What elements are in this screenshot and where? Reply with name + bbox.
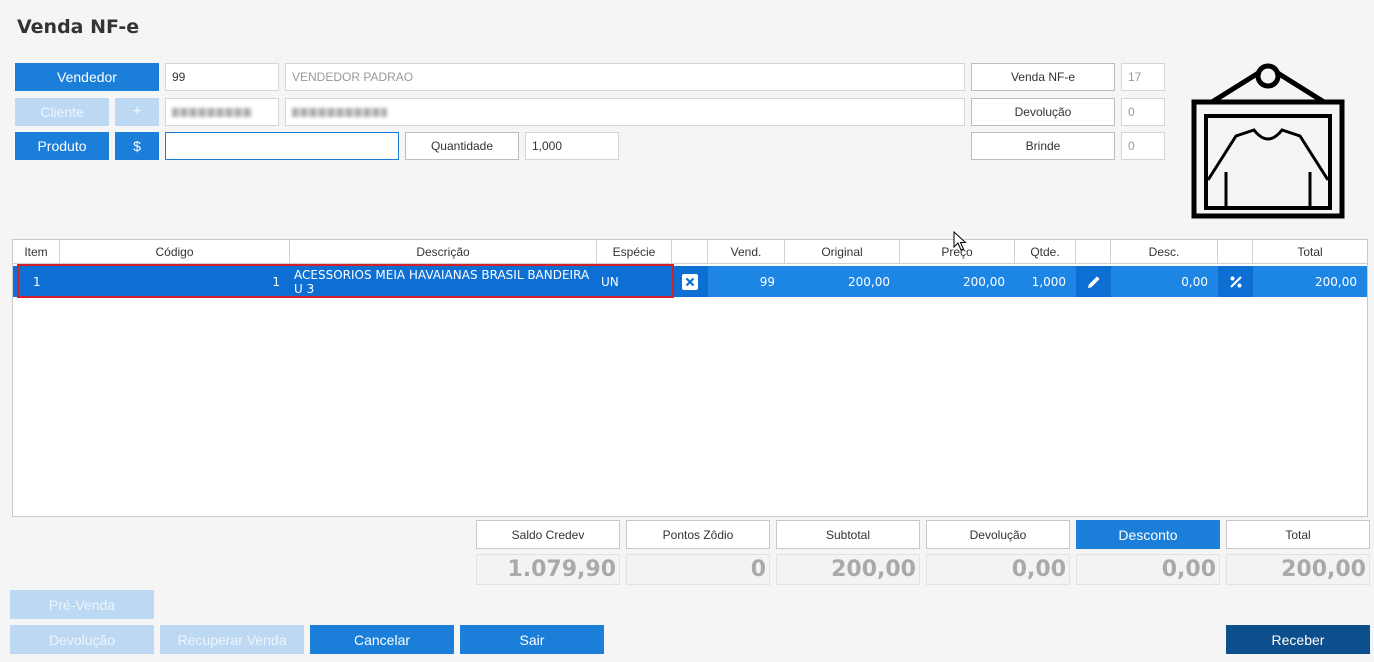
pencil-icon [1087,275,1100,288]
col-header-especie[interactable]: Espécie [597,240,672,264]
vendedor-code-field[interactable]: 99 [165,63,279,91]
redacted-text [172,107,252,117]
summary-header-devolucao: Devolução [926,520,1070,549]
cliente-code-field [165,98,279,126]
col-header-descricao[interactable]: Descrição [290,240,597,264]
pre-venda-button[interactable]: Pré-Venda [10,590,154,619]
venda-nfe-label: Venda NF-e [971,63,1115,91]
close-square-icon [682,273,698,290]
col-header-original[interactable]: Original [785,240,900,264]
redacted-text [292,107,387,117]
summary-value-total: 200,00 [1226,554,1370,585]
sair-button[interactable]: Sair [460,625,604,654]
summary-header-total: Total [1226,520,1370,549]
produto-button[interactable]: Produto [15,132,109,160]
summary-value-desconto: 0,00 [1076,554,1220,585]
summary-value-pontos: 0 [626,554,770,585]
col-header-total[interactable]: Total [1253,240,1367,264]
quantidade-label: Quantidade [405,132,519,160]
percent-icon [1229,275,1242,288]
produto-input[interactable] [165,132,399,160]
col-header-edit [1076,240,1111,264]
cell-desc: 0,00 [1111,266,1218,297]
shirt-frame-icon [1191,63,1345,219]
summary-header-subtotal: Subtotal [776,520,920,549]
vendedor-button[interactable]: Vendedor [15,63,159,91]
cancelar-button[interactable]: Cancelar [310,625,454,654]
highlight-box [17,264,674,298]
col-header-qtde[interactable]: Qtde. [1015,240,1076,264]
devolucao-button[interactable]: Devolução [10,625,154,654]
brinde-label: Brinde [971,132,1115,160]
col-header-desc[interactable]: Desc. [1111,240,1218,264]
brinde-value: 0 [1121,132,1165,160]
summary-value-subtotal: 200,00 [776,554,920,585]
summary-header-pontos: Pontos Zôdio [626,520,770,549]
summary-header-saldo: Saldo Credev [476,520,620,549]
venda-nfe-value: 17 [1121,63,1165,91]
col-header-remove [672,240,708,264]
summary-value-saldo: 1.079,90 [476,554,620,585]
cell-total: 200,00 [1253,266,1367,297]
col-header-item[interactable]: Item [13,240,60,264]
add-cliente-button[interactable]: + [115,98,159,126]
page-title: Venda NF-e [17,16,140,38]
cell-original: 200,00 [785,266,900,297]
devolucao-value: 0 [1121,98,1165,126]
cell-vend: 99 [708,266,785,297]
discount-button[interactable] [1218,266,1253,297]
col-header-discount [1218,240,1253,264]
cell-qtde: 1,000 [1015,266,1076,297]
vendedor-name-field: VENDEDOR PADRAO [285,63,965,91]
cell-preco: 200,00 [900,266,1015,297]
receber-button[interactable]: Receber [1226,625,1370,654]
devolucao-label: Devolução [971,98,1115,126]
cursor-icon [953,231,967,251]
cliente-button[interactable]: Cliente [15,98,109,126]
quantidade-field[interactable]: 1,000 [525,132,619,160]
recuperar-venda-button[interactable]: Recuperar Venda [160,625,304,654]
col-header-vend[interactable]: Vend. [708,240,785,264]
desconto-button[interactable]: Desconto [1076,520,1220,549]
edit-price-button[interactable] [1076,266,1111,297]
summary-value-devolucao: 0,00 [926,554,1070,585]
remove-item-button[interactable] [672,266,708,297]
col-header-codigo[interactable]: Código [60,240,290,264]
price-button[interactable]: $ [115,132,159,160]
cliente-name-field [285,98,965,126]
